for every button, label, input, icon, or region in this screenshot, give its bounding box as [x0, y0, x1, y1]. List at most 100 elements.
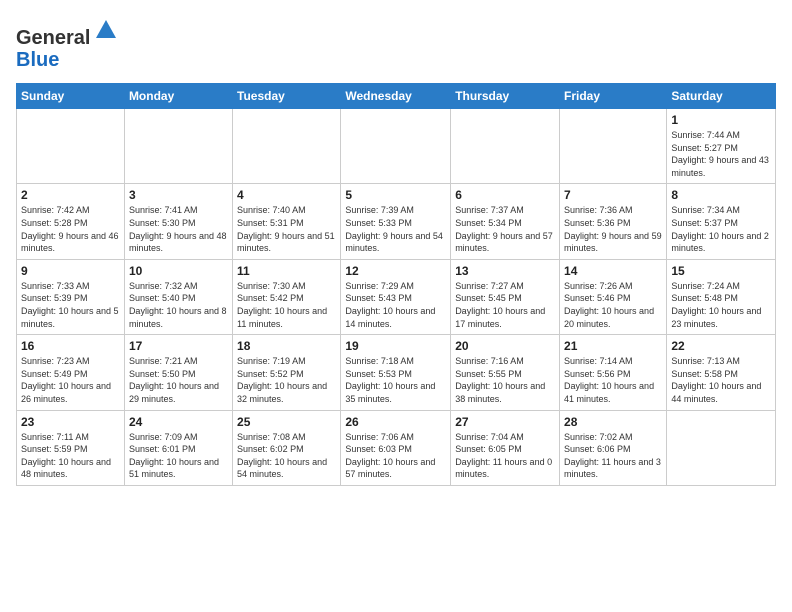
day-info: Sunrise: 7:04 AM Sunset: 6:05 PM Dayligh…: [455, 431, 555, 481]
weekday-header: Thursday: [451, 84, 560, 109]
calendar-table: SundayMondayTuesdayWednesdayThursdayFrid…: [16, 83, 776, 486]
calendar-cell: [341, 109, 451, 184]
day-info: Sunrise: 7:40 AM Sunset: 5:31 PM Dayligh…: [237, 204, 336, 254]
day-info: Sunrise: 7:34 AM Sunset: 5:37 PM Dayligh…: [671, 204, 771, 254]
calendar-cell: 2 Sunrise: 7:42 AM Sunset: 5:28 PM Daylig…: [17, 184, 125, 259]
calendar-cell: [124, 109, 232, 184]
day-number: 25: [237, 415, 336, 429]
calendar-cell: 17 Sunrise: 7:21 AM Sunset: 5:50 PM Dayli…: [124, 335, 232, 410]
day-number: 26: [345, 415, 446, 429]
day-number: 19: [345, 339, 446, 353]
calendar-week-row: 9 Sunrise: 7:33 AM Sunset: 5:39 PM Daylig…: [17, 259, 776, 334]
calendar-cell: 13 Sunrise: 7:27 AM Sunset: 5:45 PM Dayli…: [451, 259, 560, 334]
day-number: 6: [455, 188, 555, 202]
calendar-week-row: 23 Sunrise: 7:11 AM Sunset: 5:59 PM Dayli…: [17, 410, 776, 485]
calendar-cell: 4 Sunrise: 7:40 AM Sunset: 5:31 PM Daylig…: [233, 184, 341, 259]
calendar-cell: 26 Sunrise: 7:06 AM Sunset: 6:03 PM Dayli…: [341, 410, 451, 485]
day-number: 18: [237, 339, 336, 353]
calendar-cell: 19 Sunrise: 7:18 AM Sunset: 5:53 PM Dayli…: [341, 335, 451, 410]
day-info: Sunrise: 7:41 AM Sunset: 5:30 PM Dayligh…: [129, 204, 228, 254]
day-number: 16: [21, 339, 120, 353]
calendar-cell: [451, 109, 560, 184]
calendar-cell: 12 Sunrise: 7:29 AM Sunset: 5:43 PM Dayli…: [341, 259, 451, 334]
day-info: Sunrise: 7:44 AM Sunset: 5:27 PM Dayligh…: [671, 129, 771, 179]
day-number: 5: [345, 188, 446, 202]
calendar-cell: 11 Sunrise: 7:30 AM Sunset: 5:42 PM Dayli…: [233, 259, 341, 334]
calendar-cell: 5 Sunrise: 7:39 AM Sunset: 5:33 PM Daylig…: [341, 184, 451, 259]
calendar-cell: 14 Sunrise: 7:26 AM Sunset: 5:46 PM Dayli…: [560, 259, 667, 334]
calendar-header-row: SundayMondayTuesdayWednesdayThursdayFrid…: [17, 84, 776, 109]
calendar-cell: 6 Sunrise: 7:37 AM Sunset: 5:34 PM Daylig…: [451, 184, 560, 259]
calendar-cell: 21 Sunrise: 7:14 AM Sunset: 5:56 PM Dayli…: [560, 335, 667, 410]
day-number: 9: [21, 264, 120, 278]
day-info: Sunrise: 7:23 AM Sunset: 5:49 PM Dayligh…: [21, 355, 120, 405]
calendar-cell: 16 Sunrise: 7:23 AM Sunset: 5:49 PM Dayli…: [17, 335, 125, 410]
calendar-cell: 22Sunrise: 7:13 AM Sunset: 5:58 PM Dayli…: [667, 335, 776, 410]
day-number: 13: [455, 264, 555, 278]
day-info: Sunrise: 7:09 AM Sunset: 6:01 PM Dayligh…: [129, 431, 228, 481]
calendar-cell: 20Sunrise: 7:16 AM Sunset: 5:55 PM Dayli…: [451, 335, 560, 410]
day-number: 11: [237, 264, 336, 278]
calendar-cell: 15 Sunrise: 7:24 AM Sunset: 5:48 PM Dayli…: [667, 259, 776, 334]
calendar-cell: 27 Sunrise: 7:04 AM Sunset: 6:05 PM Dayli…: [451, 410, 560, 485]
day-info: Sunrise: 7:02 AM Sunset: 6:06 PM Dayligh…: [564, 431, 662, 481]
calendar-cell: 23 Sunrise: 7:11 AM Sunset: 5:59 PM Dayli…: [17, 410, 125, 485]
day-number: 8: [671, 188, 771, 202]
day-number: 7: [564, 188, 662, 202]
logo-blue-text: Blue: [16, 49, 59, 71]
calendar-cell: [560, 109, 667, 184]
calendar-cell: 1Sunrise: 7:44 AM Sunset: 5:27 PM Daylig…: [667, 109, 776, 184]
day-info: Sunrise: 7:16 AM Sunset: 5:55 PM Dayligh…: [455, 355, 555, 405]
day-info: Sunrise: 7:24 AM Sunset: 5:48 PM Dayligh…: [671, 280, 771, 330]
day-number: 17: [129, 339, 228, 353]
calendar-cell: 28 Sunrise: 7:02 AM Sunset: 6:06 PM Dayli…: [560, 410, 667, 485]
day-info: Sunrise: 7:36 AM Sunset: 5:36 PM Dayligh…: [564, 204, 662, 254]
day-info: Sunrise: 7:33 AM Sunset: 5:39 PM Dayligh…: [21, 280, 120, 330]
page: General Blue SundayMondayTuesdayWednesda…: [0, 0, 792, 496]
weekday-header: Friday: [560, 84, 667, 109]
day-info: Sunrise: 7:18 AM Sunset: 5:53 PM Dayligh…: [345, 355, 446, 405]
weekday-header: Saturday: [667, 84, 776, 109]
weekday-header: Tuesday: [233, 84, 341, 109]
calendar-cell: [233, 109, 341, 184]
logo: General Blue: [16, 16, 120, 71]
calendar-cell: 3 Sunrise: 7:41 AM Sunset: 5:30 PM Daylig…: [124, 184, 232, 259]
calendar-week-row: 1Sunrise: 7:44 AM Sunset: 5:27 PM Daylig…: [17, 109, 776, 184]
day-info: Sunrise: 7:37 AM Sunset: 5:34 PM Dayligh…: [455, 204, 555, 254]
day-number: 3: [129, 188, 228, 202]
day-number: 24: [129, 415, 228, 429]
day-info: Sunrise: 7:32 AM Sunset: 5:40 PM Dayligh…: [129, 280, 228, 330]
day-number: 14: [564, 264, 662, 278]
day-number: 2: [21, 188, 120, 202]
day-info: Sunrise: 7:42 AM Sunset: 5:28 PM Dayligh…: [21, 204, 120, 254]
header: General Blue: [16, 16, 776, 71]
day-info: Sunrise: 7:11 AM Sunset: 5:59 PM Dayligh…: [21, 431, 120, 481]
day-info: Sunrise: 7:08 AM Sunset: 6:02 PM Dayligh…: [237, 431, 336, 481]
day-number: 12: [345, 264, 446, 278]
day-number: 23: [21, 415, 120, 429]
day-info: Sunrise: 7:06 AM Sunset: 6:03 PM Dayligh…: [345, 431, 446, 481]
weekday-header: Sunday: [17, 84, 125, 109]
day-number: 22: [671, 339, 771, 353]
day-info: Sunrise: 7:21 AM Sunset: 5:50 PM Dayligh…: [129, 355, 228, 405]
day-number: 28: [564, 415, 662, 429]
day-info: Sunrise: 7:30 AM Sunset: 5:42 PM Dayligh…: [237, 280, 336, 330]
day-info: Sunrise: 7:19 AM Sunset: 5:52 PM Dayligh…: [237, 355, 336, 405]
day-number: 10: [129, 264, 228, 278]
day-number: 4: [237, 188, 336, 202]
calendar-week-row: 16 Sunrise: 7:23 AM Sunset: 5:49 PM Dayli…: [17, 335, 776, 410]
day-info: Sunrise: 7:27 AM Sunset: 5:45 PM Dayligh…: [455, 280, 555, 330]
day-info: Sunrise: 7:14 AM Sunset: 5:56 PM Dayligh…: [564, 355, 662, 405]
logo-icon: [92, 16, 120, 44]
day-info: Sunrise: 7:26 AM Sunset: 5:46 PM Dayligh…: [564, 280, 662, 330]
day-number: 27: [455, 415, 555, 429]
calendar-cell: 10 Sunrise: 7:32 AM Sunset: 5:40 PM Dayli…: [124, 259, 232, 334]
logo-general-text: General: [16, 27, 90, 49]
day-number: 15: [671, 264, 771, 278]
calendar-cell: 18 Sunrise: 7:19 AM Sunset: 5:52 PM Dayli…: [233, 335, 341, 410]
calendar-cell: 7 Sunrise: 7:36 AM Sunset: 5:36 PM Daylig…: [560, 184, 667, 259]
day-info: Sunrise: 7:29 AM Sunset: 5:43 PM Dayligh…: [345, 280, 446, 330]
day-info: Sunrise: 7:39 AM Sunset: 5:33 PM Dayligh…: [345, 204, 446, 254]
calendar-cell: 24 Sunrise: 7:09 AM Sunset: 6:01 PM Dayli…: [124, 410, 232, 485]
day-number: 21: [564, 339, 662, 353]
